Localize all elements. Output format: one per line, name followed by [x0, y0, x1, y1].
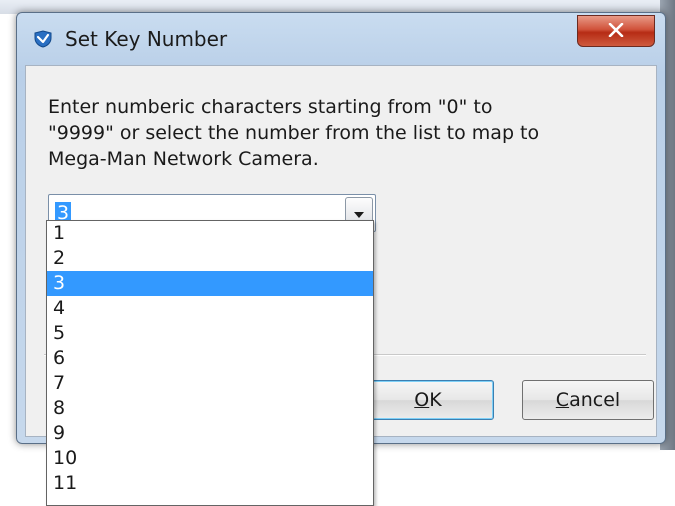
instruction-line-3: Mega-Man Network Camera.	[48, 148, 319, 170]
dropdown-item[interactable]: 9	[47, 421, 373, 446]
dropdown-item[interactable]: 5	[47, 321, 373, 346]
close-icon	[608, 22, 624, 41]
dialog-title: Set Key Number	[65, 27, 228, 51]
instruction-line-2: "9999" or select the number from the lis…	[48, 122, 540, 144]
dropdown-item[interactable]: 4	[47, 296, 373, 321]
close-button[interactable]	[577, 15, 655, 47]
key-number-dropdown-list[interactable]: 1 2 3 4 5 6 7 8 9 10 11	[46, 220, 374, 506]
cancel-button[interactable]: Cancel	[522, 380, 654, 420]
dropdown-item[interactable]: 11	[47, 471, 373, 496]
dropdown-item[interactable]: 3	[47, 271, 373, 296]
dropdown-item[interactable]: 7	[47, 371, 373, 396]
dropdown-item[interactable]: 6	[47, 346, 373, 371]
dropdown-item[interactable]: 1	[47, 221, 373, 246]
instruction-line-1: Enter numberic characters starting from …	[48, 96, 493, 118]
instruction-text: Enter numberic characters starting from …	[48, 94, 608, 172]
ok-button-label: OK	[414, 389, 442, 411]
dropdown-item[interactable]: 8	[47, 396, 373, 421]
dropdown-item[interactable]: 2	[47, 246, 373, 271]
app-shield-icon	[33, 29, 53, 49]
cancel-button-label: Cancel	[555, 389, 621, 411]
dropdown-item[interactable]: 10	[47, 446, 373, 471]
ok-button[interactable]: OK	[362, 380, 494, 420]
title-bar[interactable]: Set Key Number	[17, 13, 665, 61]
